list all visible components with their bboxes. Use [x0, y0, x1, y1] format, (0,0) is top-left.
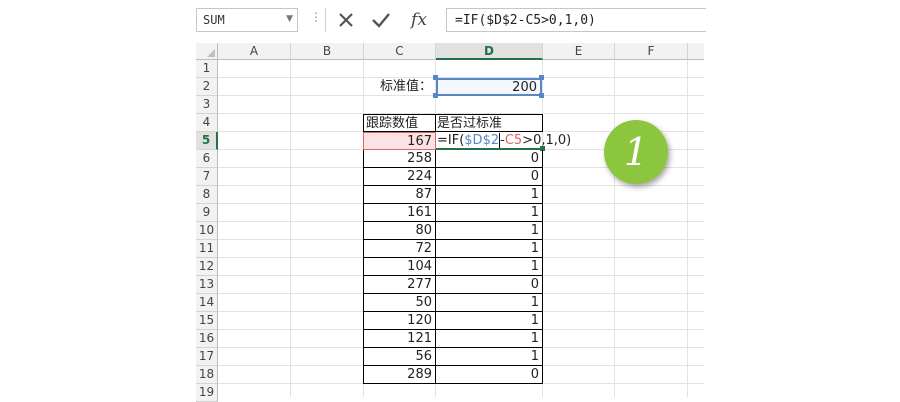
data-table: 258 0 224 0 87 1 161 1 80 1 72 1 104 1 2…	[363, 150, 543, 384]
row-header-4[interactable]: 4	[196, 114, 218, 132]
column-header-a[interactable]: A	[218, 43, 291, 60]
row-header-14[interactable]: 14	[196, 294, 218, 312]
tracking-value-cell[interactable]: 104	[363, 258, 436, 276]
row-header-12[interactable]: 12	[196, 258, 218, 276]
cell-area[interactable]: 标准值： 200 跟踪数值 是否过标准 167 =IF($D$2-C5>0,1,…	[218, 60, 704, 397]
tracking-value-cell[interactable]: 258	[363, 150, 436, 168]
table-row: 258 0	[363, 150, 543, 168]
tracking-value-cell[interactable]: 121	[363, 330, 436, 348]
formula-part: =IF(	[437, 133, 465, 148]
exceeds-cell[interactable]: 1	[435, 258, 543, 276]
formula-text: =IF($D$2-C5>0,1,0)	[455, 13, 596, 28]
exceeds-cell[interactable]: 1	[435, 186, 543, 204]
tracking-value-cell[interactable]: 87	[363, 186, 436, 204]
row-header-2[interactable]: 2	[196, 78, 218, 96]
row-header-13[interactable]: 13	[196, 276, 218, 294]
table-row: 161 1	[363, 204, 543, 222]
exceeds-cell[interactable]: 1	[435, 330, 543, 348]
tracking-value-cell[interactable]: 120	[363, 312, 436, 330]
exceeds-cell[interactable]: 1	[435, 222, 543, 240]
row-header-3[interactable]: 3	[196, 96, 218, 114]
selection-handle[interactable]	[433, 75, 438, 80]
column-header-g[interactable]	[688, 43, 704, 60]
row-header-15[interactable]: 15	[196, 312, 218, 330]
formula-ref-d2: $D$2	[464, 133, 500, 148]
formula-input[interactable]: =IF($D$2-C5>0,1,0)	[446, 8, 706, 32]
divider	[325, 8, 326, 32]
tracking-value-cell[interactable]: 289	[363, 366, 436, 384]
table-row: 50 1	[363, 294, 543, 312]
exceeds-cell[interactable]: 0	[435, 276, 543, 294]
tracking-value-cell[interactable]: 50	[363, 294, 436, 312]
check-icon[interactable]	[368, 7, 394, 33]
table-row: 72 1	[363, 240, 543, 258]
tracking-value-cell[interactable]: 56	[363, 348, 436, 366]
table-row: 289 0	[363, 366, 543, 384]
spreadsheet-grid: A B C D E F 1 2 3 4 5 6 7 8 9 10 11 12 1…	[196, 43, 704, 402]
table-row: 56 1	[363, 348, 543, 366]
exceeds-cell[interactable]: 1	[435, 348, 543, 366]
row-header-5[interactable]: 5	[196, 132, 218, 150]
exceeds-cell[interactable]: 0	[435, 366, 543, 384]
tracking-value-cell[interactable]: 72	[363, 240, 436, 258]
formula-ref-c5: C5	[504, 133, 523, 148]
exceeds-cell[interactable]: 0	[435, 150, 543, 168]
table-row: 224 0	[363, 168, 543, 186]
close-icon[interactable]	[333, 7, 359, 33]
insert-function-button[interactable]: fx	[406, 7, 432, 33]
column-header-c[interactable]: C	[364, 43, 436, 60]
table-row: 120 1	[363, 312, 543, 330]
selection-handle[interactable]	[539, 75, 544, 80]
exceeds-cell[interactable]: 1	[435, 312, 543, 330]
cell-c5[interactable]: 167	[363, 132, 436, 150]
row-header-17[interactable]: 17	[196, 348, 218, 366]
select-all-button[interactable]	[196, 43, 218, 60]
row-header-16[interactable]: 16	[196, 330, 218, 348]
step-number-badge: 1	[604, 120, 668, 184]
table-row: 104 1	[363, 258, 543, 276]
table-row: 80 1	[363, 222, 543, 240]
row-header-8[interactable]: 8	[196, 186, 218, 204]
row-header-10[interactable]: 10	[196, 222, 218, 240]
row-header-7[interactable]: 7	[196, 168, 218, 186]
column-header-f[interactable]: F	[615, 43, 688, 60]
exceeds-cell[interactable]: 1	[435, 240, 543, 258]
table-row: 87 1	[363, 186, 543, 204]
row-header-19[interactable]: 19	[196, 384, 218, 402]
selection-handle[interactable]	[433, 93, 438, 98]
tracking-value-cell[interactable]: 224	[363, 168, 436, 186]
column-header-e[interactable]: E	[543, 43, 615, 60]
column-header-b[interactable]: B	[291, 43, 364, 60]
column-header-d[interactable]: D	[436, 43, 543, 60]
cell-d5-editing[interactable]: =IF($D$2-C5>0,1,0)	[436, 132, 571, 150]
row-header-11[interactable]: 11	[196, 240, 218, 258]
formula-part: >0,1,0)	[522, 133, 572, 148]
tracking-value-cell[interactable]: 161	[363, 204, 436, 222]
chevron-down-icon[interactable]: ▼	[286, 14, 293, 24]
table-row: 277 0	[363, 276, 543, 294]
tracking-value-cell[interactable]: 277	[363, 276, 436, 294]
table-row: 121 1	[363, 330, 543, 348]
standard-value-cell[interactable]: 200	[436, 78, 542, 96]
name-box-value: SUM	[203, 13, 225, 27]
name-box[interactable]: SUM ▼	[196, 8, 298, 32]
header-exceeds-standard[interactable]: 是否过标准	[435, 114, 543, 132]
exceeds-cell[interactable]: 1	[435, 294, 543, 312]
label-standard-value[interactable]: 标准值：	[364, 78, 435, 96]
header-tracking-value[interactable]: 跟踪数值	[363, 114, 436, 132]
formula-bar-separator: ⋮	[310, 10, 322, 24]
row-header-18[interactable]: 18	[196, 366, 218, 384]
exceeds-cell[interactable]: 1	[435, 204, 543, 222]
tracking-value-cell[interactable]: 80	[363, 222, 436, 240]
row-header-1[interactable]: 1	[196, 60, 218, 78]
exceeds-cell[interactable]: 0	[435, 168, 543, 186]
row-header-9[interactable]: 9	[196, 204, 218, 222]
selection-handle[interactable]	[539, 93, 544, 98]
row-header-6[interactable]: 6	[196, 150, 218, 168]
